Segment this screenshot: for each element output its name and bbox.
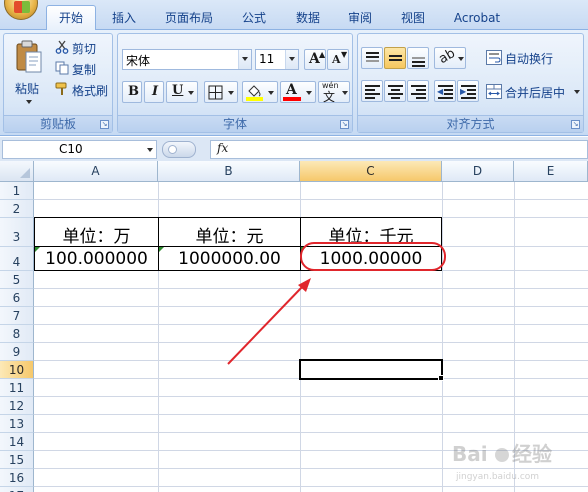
alignment-launcher-icon[interactable]: ↘ bbox=[571, 120, 580, 129]
svg-text:jingyan.baidu.com: jingyan.baidu.com bbox=[455, 472, 539, 482]
format-painter-label: 格式刷 bbox=[72, 84, 109, 98]
chevron-down-icon bbox=[228, 91, 234, 95]
align-bottom-button[interactable] bbox=[407, 47, 429, 69]
ribbon-home: 粘贴 剪切 复制 格式刷 剪贴板 ↘ 宋体 11 A ▲ A ▼ B I U A… bbox=[0, 30, 588, 136]
insert-function-icon[interactable]: fx bbox=[217, 141, 228, 155]
copy-icon bbox=[55, 61, 69, 75]
paste-icon bbox=[16, 40, 42, 73]
align-top-button[interactable] bbox=[361, 47, 383, 69]
copy-button[interactable]: 复制 bbox=[52, 59, 110, 77]
increase-indent-button[interactable]: ▶ bbox=[457, 80, 479, 102]
font-group-label: 字体 bbox=[118, 115, 352, 132]
clipboard-group: 粘贴 剪切 复制 格式刷 剪贴板 ↘ bbox=[3, 33, 113, 133]
align-right-button[interactable] bbox=[407, 80, 429, 102]
merge-center-button[interactable]: 合并后居中 bbox=[482, 80, 582, 102]
tab-insert[interactable]: 插入 bbox=[104, 8, 144, 30]
name-box-value: C10 bbox=[59, 142, 83, 156]
copy-label: 复制 bbox=[72, 63, 97, 77]
excel-window: 开始 插入 页面布局 公式 数据 审阅 视图 Acrobat 粘贴 剪切 复制 … bbox=[0, 0, 588, 492]
highlight-ring bbox=[300, 242, 446, 271]
font-launcher-icon[interactable]: ↘ bbox=[340, 120, 349, 129]
format-painter-button[interactable]: 格式刷 bbox=[52, 80, 112, 98]
chevron-down-icon bbox=[342, 91, 348, 95]
alignment-group-label: 对齐方式 bbox=[358, 115, 583, 132]
office-button[interactable] bbox=[4, 0, 38, 20]
align-left-button[interactable] bbox=[361, 80, 383, 102]
border-button[interactable] bbox=[204, 81, 238, 103]
svg-text:经验: 经验 bbox=[512, 442, 552, 466]
shrink-font-button[interactable]: A ▼ bbox=[327, 49, 349, 70]
ribbon-tab-bar: 开始 插入 页面布局 公式 数据 审阅 视图 Acrobat bbox=[0, 0, 588, 31]
bold-button[interactable]: B bbox=[122, 81, 142, 103]
paste-dropdown-icon bbox=[26, 100, 32, 104]
font-size-combo[interactable]: 11 bbox=[255, 49, 299, 70]
fill-color-button[interactable] bbox=[242, 81, 278, 103]
font-name-dropdown[interactable] bbox=[238, 50, 251, 69]
scissors-icon bbox=[55, 40, 69, 54]
svg-text:Bai: Bai bbox=[452, 442, 488, 466]
italic-button[interactable]: I bbox=[144, 81, 164, 103]
alignment-group: ab 自动换行 ◀ ▶ 合并后居中 对齐方式 ↘ bbox=[357, 33, 584, 133]
tab-review[interactable]: 审阅 bbox=[340, 8, 380, 30]
clipboard-group-label: 剪贴板 bbox=[4, 115, 112, 132]
align-center-button[interactable] bbox=[384, 80, 406, 102]
font-color-button[interactable]: A bbox=[280, 81, 316, 103]
chevron-down-icon bbox=[306, 91, 312, 95]
font-size-value: 11 bbox=[259, 52, 275, 66]
font-name-combo[interactable]: 宋体 bbox=[122, 49, 252, 70]
tab-page-layout[interactable]: 页面布局 bbox=[158, 8, 220, 30]
fill-bucket-icon bbox=[246, 85, 263, 101]
formula-bar-handle[interactable] bbox=[162, 141, 196, 158]
tab-formulas[interactable]: 公式 bbox=[234, 8, 274, 30]
tab-view[interactable]: 视图 bbox=[393, 8, 433, 30]
format-painter-icon bbox=[55, 82, 67, 95]
name-box[interactable]: C10 bbox=[2, 140, 157, 159]
font-group: 宋体 11 A ▲ A ▼ B I U A wén 文 字体 ↘ bbox=[117, 33, 353, 133]
chevron-down-icon bbox=[458, 57, 464, 61]
align-middle-button[interactable] bbox=[384, 47, 406, 69]
baidu-jingyan-watermark: Bai 经验 jingyan.baidu.com bbox=[452, 442, 552, 482]
arrow-shaft bbox=[227, 285, 304, 365]
phonetic-button[interactable]: wén 文 bbox=[318, 81, 350, 104]
chevron-down-icon bbox=[242, 57, 248, 61]
tab-home[interactable]: 开始 bbox=[46, 5, 96, 31]
underline-button[interactable]: U bbox=[166, 81, 198, 103]
paste-button[interactable]: 粘贴 bbox=[8, 37, 48, 109]
chevron-down-icon bbox=[574, 90, 580, 94]
formula-input[interactable]: fx bbox=[210, 140, 588, 159]
decrease-indent-button[interactable]: ◀ bbox=[434, 80, 456, 102]
paste-label: 粘贴 bbox=[15, 82, 40, 96]
text-orientation-icon: ab bbox=[436, 45, 458, 68]
merge-center-icon bbox=[486, 84, 502, 99]
chevron-down-icon bbox=[289, 57, 295, 61]
underline-label: U bbox=[172, 83, 184, 98]
merge-center-label: 合并后居中 bbox=[505, 86, 566, 100]
shrink-font-icon: A bbox=[332, 53, 341, 66]
font-size-dropdown[interactable] bbox=[285, 50, 298, 69]
chevron-down-icon bbox=[188, 91, 194, 95]
border-icon bbox=[208, 85, 223, 100]
wrap-text-button[interactable]: 自动换行 bbox=[482, 46, 582, 68]
chevron-down-icon bbox=[268, 91, 274, 95]
cut-label: 剪切 bbox=[72, 42, 97, 56]
formula-bar: C10 fx bbox=[0, 137, 588, 161]
font-color-swatch bbox=[283, 97, 301, 101]
tab-data[interactable]: 数据 bbox=[288, 8, 328, 30]
phonetic-char-label: 文 bbox=[323, 90, 336, 104]
italic-label: I bbox=[152, 84, 159, 99]
tab-acrobat[interactable]: Acrobat bbox=[446, 8, 508, 30]
wrap-text-icon bbox=[486, 50, 502, 65]
font-name-value: 宋体 bbox=[126, 54, 151, 68]
font-color-icon: A bbox=[286, 82, 297, 98]
bold-label: B bbox=[128, 84, 139, 99]
wrap-text-label: 自动换行 bbox=[505, 52, 554, 66]
cut-button[interactable]: 剪切 bbox=[52, 38, 110, 56]
worksheet-grid: A B C D E 1 2 3 4 5 6 7 8 9 10 11 12 13 … bbox=[0, 161, 588, 492]
grow-font-button[interactable]: A ▲ bbox=[304, 49, 326, 70]
orientation-button[interactable]: ab bbox=[434, 45, 466, 69]
office-logo-icon bbox=[14, 1, 30, 13]
clipboard-launcher-icon[interactable]: ↘ bbox=[100, 120, 109, 129]
name-box-dropdown-icon[interactable] bbox=[147, 148, 153, 152]
